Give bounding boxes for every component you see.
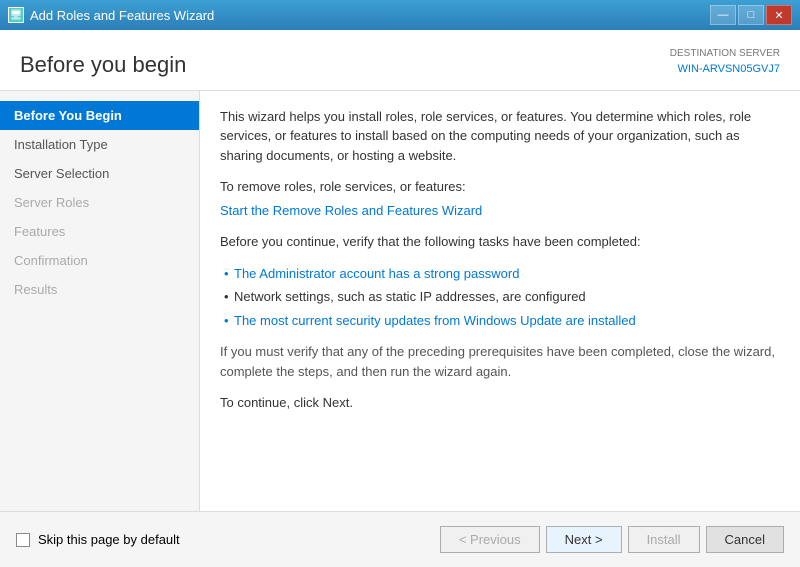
nav-item-results: Results	[0, 275, 199, 304]
remove-roles-link[interactable]: Start the Remove Roles and Features Wiza…	[220, 203, 482, 218]
wizard-footer: Skip this page by default < Previous Nex…	[0, 511, 800, 567]
previous-button[interactable]: < Previous	[440, 526, 540, 553]
nav-item-before-you-begin[interactable]: Before You Begin	[0, 101, 199, 130]
bullet-item-2: Network settings, such as static IP addr…	[224, 287, 780, 307]
skip-checkbox-container: Skip this page by default	[16, 532, 180, 547]
wizard-nav: Before You Begin Installation Type Serve…	[0, 91, 200, 512]
wizard-window: 🖥 Add Roles and Features Wizard — □ ✕ Be…	[0, 0, 800, 567]
nav-item-installation-type[interactable]: Installation Type	[0, 130, 199, 159]
nav-item-features: Features	[0, 217, 199, 246]
window-title: Add Roles and Features Wizard	[30, 8, 214, 23]
remove-roles-label: To remove roles, role services, or featu…	[220, 177, 780, 197]
window-controls: — □ ✕	[710, 5, 792, 25]
titlebar-left: 🖥 Add Roles and Features Wizard	[8, 7, 274, 23]
bullet-item-3: The most current security updates from W…	[224, 311, 780, 331]
nav-item-server-roles: Server Roles	[0, 188, 199, 217]
cancel-button[interactable]: Cancel	[706, 526, 784, 553]
next-button[interactable]: Next >	[546, 526, 622, 553]
titlebar: 🖥 Add Roles and Features Wizard — □ ✕	[0, 0, 800, 30]
skip-checkbox[interactable]	[16, 533, 30, 547]
bullet-item-1: The Administrator account has a strong p…	[224, 264, 780, 284]
nav-item-confirmation: Confirmation	[0, 246, 199, 275]
app-icon: 🖥	[8, 7, 24, 23]
verify-tasks-label: Before you continue, verify that the fol…	[220, 232, 780, 252]
prerequisite-warning: If you must verify that any of the prece…	[220, 342, 780, 381]
install-button[interactable]: Install	[628, 526, 700, 553]
wizard-header: Before you begin DESTINATION SERVER WIN-…	[0, 30, 800, 91]
page-title: Before you begin	[20, 52, 186, 78]
nav-item-server-selection[interactable]: Server Selection	[0, 159, 199, 188]
destination-name: WIN-ARVSN05GVJ7	[670, 61, 780, 78]
minimize-button[interactable]: —	[710, 5, 736, 25]
destination-label: DESTINATION SERVER	[670, 46, 780, 61]
close-button[interactable]: ✕	[766, 5, 792, 25]
destination-server-info: DESTINATION SERVER WIN-ARVSN05GVJ7	[670, 46, 780, 78]
continue-instruction: To continue, click Next.	[220, 393, 780, 413]
prerequisites-list: The Administrator account has a strong p…	[220, 264, 780, 331]
skip-checkbox-label: Skip this page by default	[38, 532, 180, 547]
wizard-content: This wizard helps you install roles, rol…	[200, 91, 800, 512]
maximize-button[interactable]: □	[738, 5, 764, 25]
intro-paragraph: This wizard helps you install roles, rol…	[220, 107, 780, 166]
wizard-main: Before You Begin Installation Type Serve…	[0, 91, 800, 512]
footer-buttons: < Previous Next > Install Cancel	[440, 526, 784, 553]
